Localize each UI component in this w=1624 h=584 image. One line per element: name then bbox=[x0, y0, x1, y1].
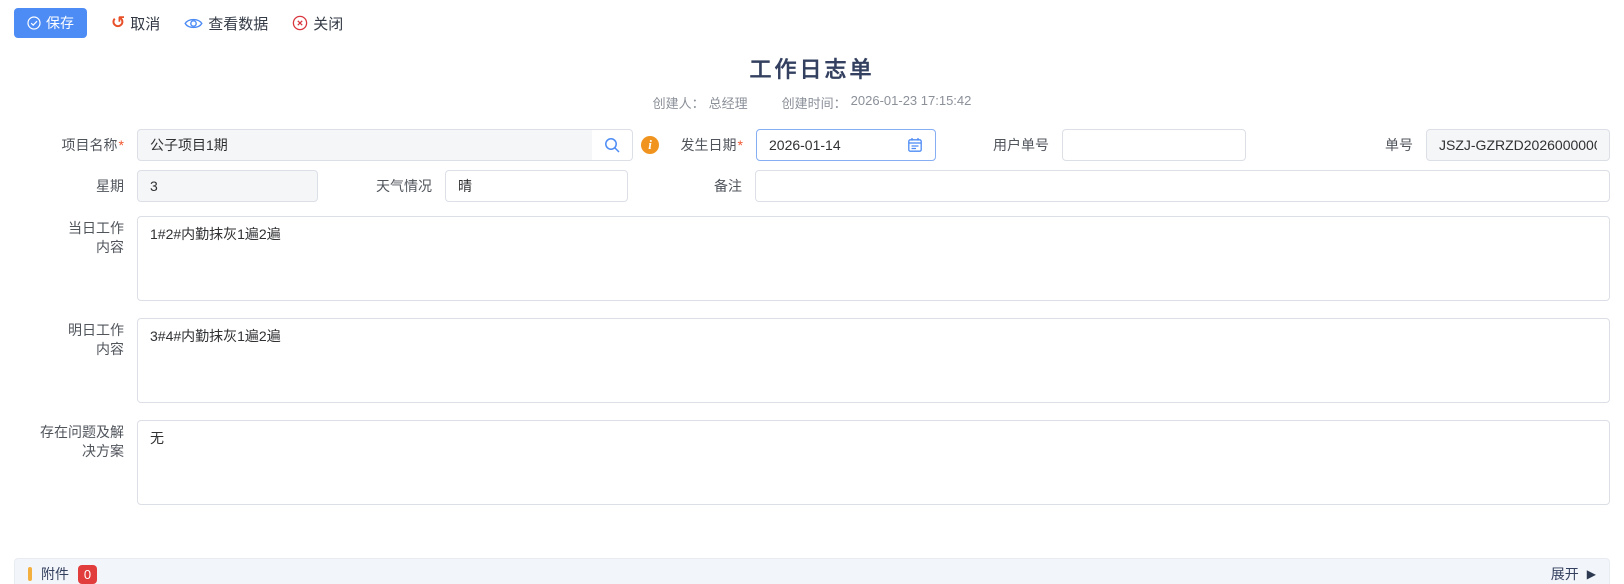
creator-label: 创建人： bbox=[653, 93, 705, 112]
today-work-textarea[interactable]: 1#2#内勤抹灰1遍2遍 bbox=[137, 216, 1610, 301]
page-title: 工作日志单 bbox=[0, 52, 1624, 84]
cancel-button[interactable]: ↺ 取消 bbox=[111, 13, 160, 34]
order-no-input-wrap bbox=[1426, 129, 1610, 161]
weekday-input bbox=[150, 171, 305, 201]
order-no-label: 单号 bbox=[1246, 129, 1426, 161]
project-search-button[interactable] bbox=[592, 130, 632, 160]
expand-arrow-icon: ▶ bbox=[1587, 567, 1596, 581]
expand-button[interactable]: 展开 ▶ bbox=[1551, 564, 1596, 584]
remark-input-wrap bbox=[755, 170, 1610, 202]
attachments-label: 附件 bbox=[41, 564, 69, 584]
today-work-label: 当日工作 内容 bbox=[14, 216, 137, 257]
view-data-button-label: 查看数据 bbox=[208, 13, 268, 34]
weekday-input-wrap bbox=[137, 170, 318, 202]
user-order-no-input-wrap bbox=[1062, 129, 1246, 161]
form: 项目名称* i 发生日期* bbox=[0, 112, 1624, 505]
problems-textarea[interactable]: 无 bbox=[137, 420, 1610, 505]
tomorrow-work-label: 明日工作 内容 bbox=[14, 318, 137, 359]
eye-icon bbox=[184, 17, 203, 30]
toolbar: 保存 ↺ 取消 查看数据 关闭 bbox=[0, 0, 1624, 44]
cancel-button-label: 取消 bbox=[130, 13, 160, 34]
weekday-label: 星期 bbox=[14, 170, 137, 202]
user-order-no-label: 用户单号 bbox=[936, 129, 1062, 161]
calendar-icon[interactable] bbox=[907, 137, 923, 153]
project-name-input[interactable] bbox=[138, 130, 592, 160]
occur-date-input-wrap bbox=[756, 129, 936, 161]
weather-input[interactable] bbox=[458, 171, 615, 201]
occur-date-input[interactable] bbox=[769, 130, 901, 160]
problems-label: 存在问题及解 决方案 bbox=[14, 420, 137, 461]
save-button[interactable]: 保存 bbox=[14, 8, 87, 38]
work-log-form-page: 保存 ↺ 取消 查看数据 关闭 工作日志单 bbox=[0, 0, 1624, 584]
project-name-input-wrap bbox=[137, 129, 633, 161]
close-button[interactable]: 关闭 bbox=[292, 13, 343, 34]
expand-button-label: 展开 bbox=[1551, 564, 1579, 584]
undo-icon: ↺ bbox=[111, 14, 125, 31]
created-time-value: 2026-01-23 17:15:42 bbox=[851, 93, 972, 112]
creation-meta: 创建人： 总经理 创建时间： 2026-01-23 17:15:42 bbox=[0, 93, 1624, 112]
remark-input[interactable] bbox=[768, 171, 1597, 201]
form-row-1: 项目名称* i 发生日期* bbox=[14, 129, 1610, 161]
created-time-label: 创建时间： bbox=[782, 93, 847, 112]
form-row-2: 星期 天气情况 备注 bbox=[14, 170, 1610, 202]
info-icon[interactable]: i bbox=[641, 136, 659, 154]
user-order-no-input[interactable] bbox=[1075, 130, 1233, 160]
close-circle-icon bbox=[292, 15, 308, 31]
project-name-label: 项目名称* bbox=[14, 129, 137, 161]
created-time-field: 创建时间： 2026-01-23 17:15:42 bbox=[782, 93, 972, 112]
today-work-row: 当日工作 内容 1#2#内勤抹灰1遍2遍 bbox=[14, 216, 1610, 301]
order-no-input bbox=[1439, 130, 1597, 160]
weather-label: 天气情况 bbox=[318, 170, 445, 202]
save-button-label: 保存 bbox=[46, 13, 74, 33]
tomorrow-work-row: 明日工作 内容 3#4#内勤抹灰1遍2遍 bbox=[14, 318, 1610, 403]
problems-row: 存在问题及解 决方案 无 bbox=[14, 420, 1610, 505]
required-mark: * bbox=[738, 137, 743, 153]
creator-value: 总经理 bbox=[709, 93, 748, 112]
weather-input-wrap bbox=[445, 170, 628, 202]
check-circle-icon bbox=[27, 16, 41, 30]
close-button-label: 关闭 bbox=[313, 13, 343, 34]
attachments-count-badge: 0 bbox=[78, 565, 97, 584]
section-marker bbox=[28, 567, 32, 581]
occur-date-label: 发生日期* bbox=[659, 129, 756, 161]
view-data-button[interactable]: 查看数据 bbox=[184, 13, 268, 34]
creator-field: 创建人： 总经理 bbox=[653, 93, 748, 112]
required-mark: * bbox=[119, 137, 124, 153]
attachments-section-bar[interactable]: 附件 0 展开 ▶ bbox=[14, 558, 1610, 584]
tomorrow-work-textarea[interactable]: 3#4#内勤抹灰1遍2遍 bbox=[137, 318, 1610, 403]
search-icon bbox=[604, 137, 621, 154]
remark-label: 备注 bbox=[628, 170, 755, 202]
